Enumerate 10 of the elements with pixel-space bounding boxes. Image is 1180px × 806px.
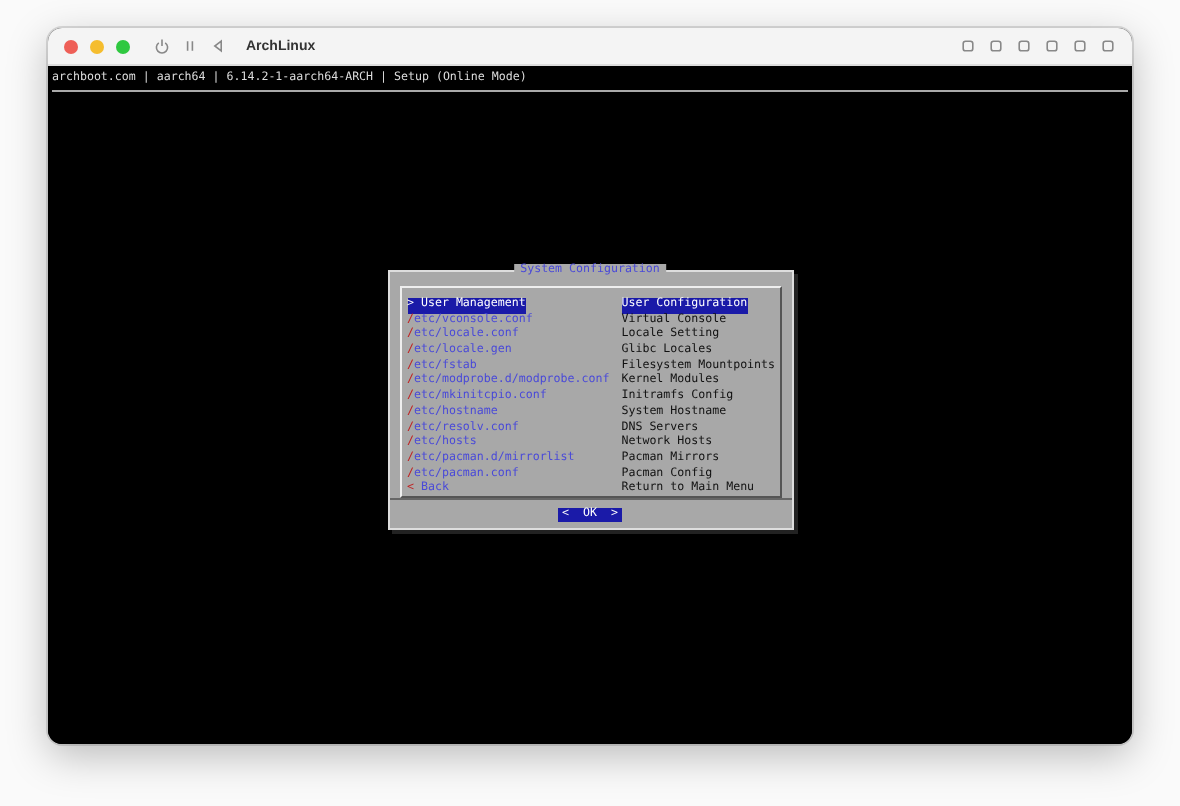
power-icon[interactable] bbox=[154, 38, 170, 54]
window-icon[interactable] bbox=[1100, 38, 1116, 54]
folder-icon[interactable] bbox=[1072, 38, 1088, 54]
maximize-icon[interactable] bbox=[116, 39, 130, 53]
close-icon[interactable] bbox=[64, 39, 78, 53]
resize-icon[interactable] bbox=[988, 38, 1004, 54]
record-icon[interactable] bbox=[960, 38, 976, 54]
mouse-icon[interactable] bbox=[1016, 38, 1032, 54]
back-icon[interactable] bbox=[210, 38, 226, 54]
pause-icon[interactable] bbox=[182, 38, 198, 54]
